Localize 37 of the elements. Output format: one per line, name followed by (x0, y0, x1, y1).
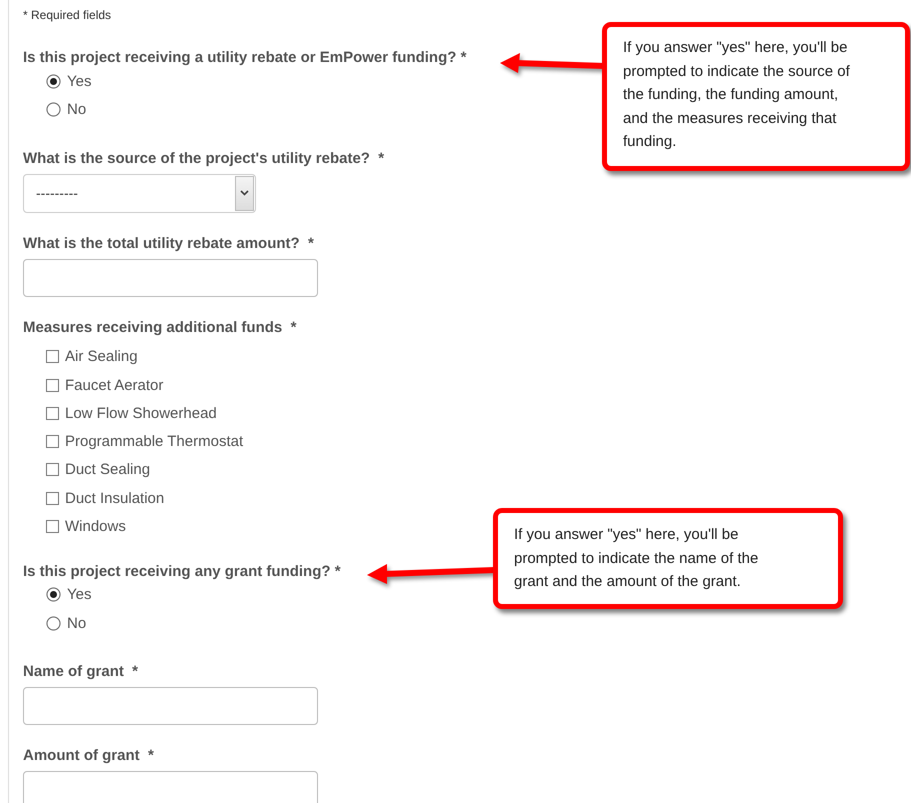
radio-button[interactable] (46, 102, 61, 117)
field-label: Measures receiving additional funds * (23, 318, 296, 336)
checkbox[interactable] (46, 520, 59, 534)
field-label: Is this project receiving a utility rebate or EmPower funding? * (23, 49, 466, 66)
dropdown[interactable]: --------- (23, 174, 256, 213)
option-label: Yes (67, 72, 92, 90)
radio-button[interactable] (46, 616, 61, 631)
option-label: Duct Insulation (65, 490, 164, 507)
option-label: Faucet Aerator (65, 376, 164, 394)
option-label: Low Flow Showerhead (65, 404, 217, 422)
option-label: Air Sealing (65, 348, 138, 366)
option-label: No (67, 100, 86, 118)
callout: If you answer "yes" here, you'll be prompted to indicate the name of the grant and the amount of the grant. (493, 508, 843, 608)
checkbox[interactable] (46, 492, 59, 505)
option-label: Yes (67, 586, 92, 604)
checkbox[interactable] (46, 435, 59, 448)
field-label: Amount of grant * (23, 747, 154, 764)
option-label: No (67, 614, 86, 632)
field-label: What is the source of the project's utility rebate? * (23, 150, 384, 167)
radio-button[interactable] (46, 74, 61, 89)
field-label: Is this project receiving any grant funding? * (23, 562, 341, 580)
input-field[interactable] (23, 771, 318, 803)
field-label: What is the total utility rebate amount? * (23, 234, 314, 252)
option-label: Duct Sealing (65, 461, 150, 478)
radio-button[interactable] (46, 587, 61, 602)
field-label: Name of grant * (23, 663, 138, 680)
chevron-down-icon (240, 190, 249, 196)
checkbox[interactable] (46, 406, 59, 420)
checkbox[interactable] (46, 463, 59, 476)
checkbox[interactable] (46, 378, 59, 392)
checkbox[interactable] (46, 350, 59, 364)
input-field[interactable] (23, 687, 318, 726)
input-field[interactable] (23, 258, 318, 297)
option-label: Windows (65, 518, 126, 536)
option-label: Programmable Thermostat (65, 433, 244, 450)
required-note: * Required fields (23, 8, 112, 22)
callout: If you answer "yes" here, you'll be prompted to indicate the source of the funding, the funding amount, and the measures receiving that funding. (602, 22, 910, 170)
